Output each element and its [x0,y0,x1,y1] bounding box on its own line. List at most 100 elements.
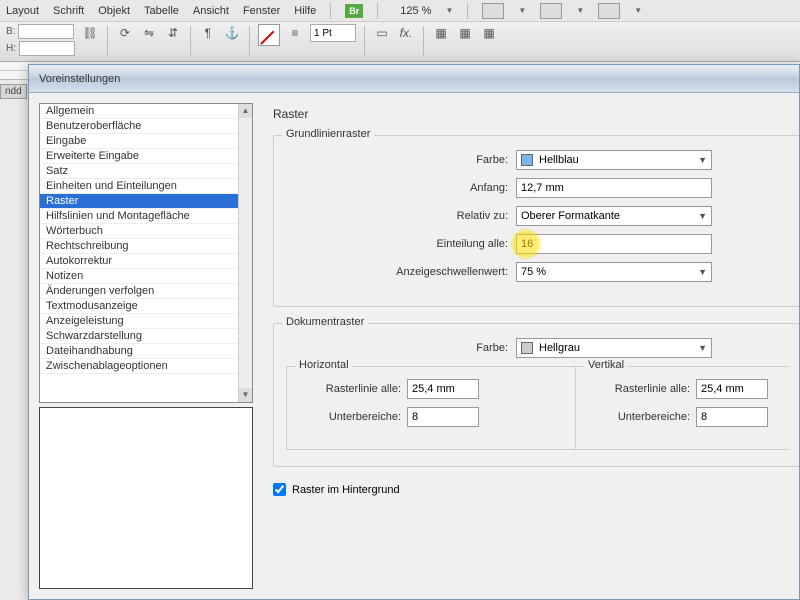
grids-in-back-checkbox-row: Raster im Hintergrund [273,483,799,496]
stroke-weight-icon: ≡ [286,24,304,42]
paragraph-icon[interactable]: ¶ [199,24,217,42]
color-swatch-icon [521,342,533,354]
category-listbox[interactable]: AllgemeinBenutzeroberflächeEingabeErweit… [39,103,253,403]
menu-fenster[interactable]: Fenster [243,5,280,17]
app-menubar: Layout Schrift Objekt Tabelle Ansicht Fe… [0,0,800,22]
category-row[interactable]: Textmodusanzeige [40,299,238,314]
dialog-title: Voreinstellungen [39,73,120,85]
v-subdivisions-input[interactable] [696,407,768,427]
category-row[interactable]: Anzeigeleistung [40,314,238,329]
menu-tabelle[interactable]: Tabelle [144,5,179,17]
category-row[interactable]: Zwischenablageoptionen [40,359,238,374]
menu-objekt[interactable]: Objekt [98,5,130,17]
flip-h-icon[interactable]: ⇋ [140,24,158,42]
chevron-down-icon[interactable]: ▼ [634,6,642,15]
chevron-down-icon: ▼ [698,267,707,277]
menu-layout[interactable]: Layout [6,5,39,17]
category-row[interactable]: Satz [40,164,238,179]
subgroup-legend: Vertikal [584,359,628,371]
baseline-grid-group: Grundlinienraster Farbe: Hellblau ▼ [273,135,799,307]
dialog-titlebar[interactable]: Voreinstellungen [29,65,799,93]
color-label: Farbe: [286,154,516,166]
chevron-down-icon: ▼ [698,155,707,165]
h-gridline-input[interactable] [407,379,479,399]
control-panel: B: H: ⛓ ⟳ ⇋ ⇵ ¶ ⚓ ≡ ▭ fx. ▦ ▦ ▦ [0,22,800,62]
fx-icon[interactable]: fx. [397,24,415,42]
link-icon[interactable]: ⛓ [81,24,99,42]
prefs-main-panel: Raster Grundlinienraster Farbe: Hellblau… [259,93,799,599]
category-row[interactable]: Einheiten und Einteilungen [40,179,238,194]
category-row[interactable]: Notizen [40,269,238,284]
start-label: Anfang: [286,182,516,194]
baseline-color-dropdown[interactable]: Hellblau ▼ [516,150,712,170]
category-row[interactable]: Allgemein [40,104,238,119]
horizontal-subgroup: Horizontal Rasterlinie alle: Unterbereic… [286,366,576,450]
chevron-down-icon[interactable]: ▼ [518,6,526,15]
v-gridline-input[interactable] [696,379,768,399]
wrap-shape-icon[interactable]: ▦ [480,24,498,42]
wrap-none-icon[interactable]: ▦ [432,24,450,42]
category-row[interactable]: Wörterbuch [40,224,238,239]
category-row[interactable]: Hilfslinien und Montagefläche [40,209,238,224]
category-row[interactable]: Eingabe [40,134,238,149]
width-input[interactable] [18,24,74,39]
flip-v-icon[interactable]: ⇵ [164,24,182,42]
width-label: B: [6,26,15,37]
zoom-level[interactable]: 125 % [400,5,431,17]
start-input[interactable] [516,178,712,198]
category-row[interactable]: Rechtschreibung [40,239,238,254]
effects-icon[interactable]: ▭ [373,24,391,42]
separator [423,26,424,56]
anchor-icon[interactable]: ⚓ [223,24,241,42]
docgrid-color-value: Hellgrau [539,342,580,354]
threshold-value: 75 % [521,266,546,278]
separator [377,3,378,19]
menu-ansicht[interactable]: Ansicht [193,5,229,17]
bridge-icon[interactable]: Br [345,4,363,18]
height-input[interactable] [19,41,75,56]
preview-box [39,407,253,589]
grids-in-back-label: Raster im Hintergrund [292,484,400,496]
category-row[interactable]: Benutzeroberfläche [40,119,238,134]
menu-schrift[interactable]: Schrift [53,5,84,17]
increment-input[interactable] [516,234,712,254]
h-subdivisions-input[interactable] [407,407,479,427]
v-subdivisions-label: Unterbereiche: [586,411,696,423]
document-grid-group: Dokumentraster Farbe: Hellgrau ▼ [273,323,799,467]
category-row[interactable]: Dateihandhabung [40,344,238,359]
threshold-label: Anzeigeschwellenwert: [286,266,516,278]
increment-label: Einteilung alle: [286,238,516,250]
category-row[interactable]: Raster [40,194,238,209]
grids-in-back-checkbox[interactable] [273,483,286,496]
stroke-weight-input[interactable] [310,24,356,42]
fill-none-icon[interactable] [258,24,280,46]
group-legend: Dokumentraster [282,316,368,328]
chevron-down-icon: ▼ [698,343,707,353]
separator [467,3,468,19]
relative-to-dropdown[interactable]: Oberer Formatkante ▼ [516,206,712,226]
preferences-dialog: Voreinstellungen AllgemeinBenutzeroberfl… [28,64,800,600]
category-row[interactable]: Erweiterte Eingabe [40,149,238,164]
wrap-bbox-icon[interactable]: ▦ [456,24,474,42]
rotate-icon[interactable]: ⟳ [116,24,134,42]
arrange-icon[interactable] [598,3,620,19]
scroll-up-icon[interactable]: ▲ [239,104,252,118]
color-swatch-icon [521,154,533,166]
category-row[interactable]: Autokorrektur [40,254,238,269]
group-legend: Grundlinienraster [282,128,374,140]
document-tab[interactable]: ndd [0,84,27,99]
listbox-scrollbar[interactable]: ▲ ▼ [238,104,252,402]
chevron-down-icon[interactable]: ▼ [576,6,584,15]
docgrid-color-dropdown[interactable]: Hellgrau ▼ [516,338,712,358]
relative-to-value: Oberer Formatkante [521,210,620,222]
threshold-dropdown[interactable]: 75 % ▼ [516,262,712,282]
prefs-sidebar: AllgemeinBenutzeroberflächeEingabeErweit… [29,93,259,599]
screen-mode-icon[interactable] [482,3,504,19]
category-row[interactable]: Änderungen verfolgen [40,284,238,299]
view-options-icon[interactable] [540,3,562,19]
scroll-down-icon[interactable]: ▼ [239,388,252,402]
chevron-down-icon[interactable]: ▼ [445,6,453,15]
category-row[interactable]: Schwarzdarstellung [40,329,238,344]
menu-hilfe[interactable]: Hilfe [294,5,316,17]
h-subdivisions-label: Unterbereiche: [297,411,407,423]
